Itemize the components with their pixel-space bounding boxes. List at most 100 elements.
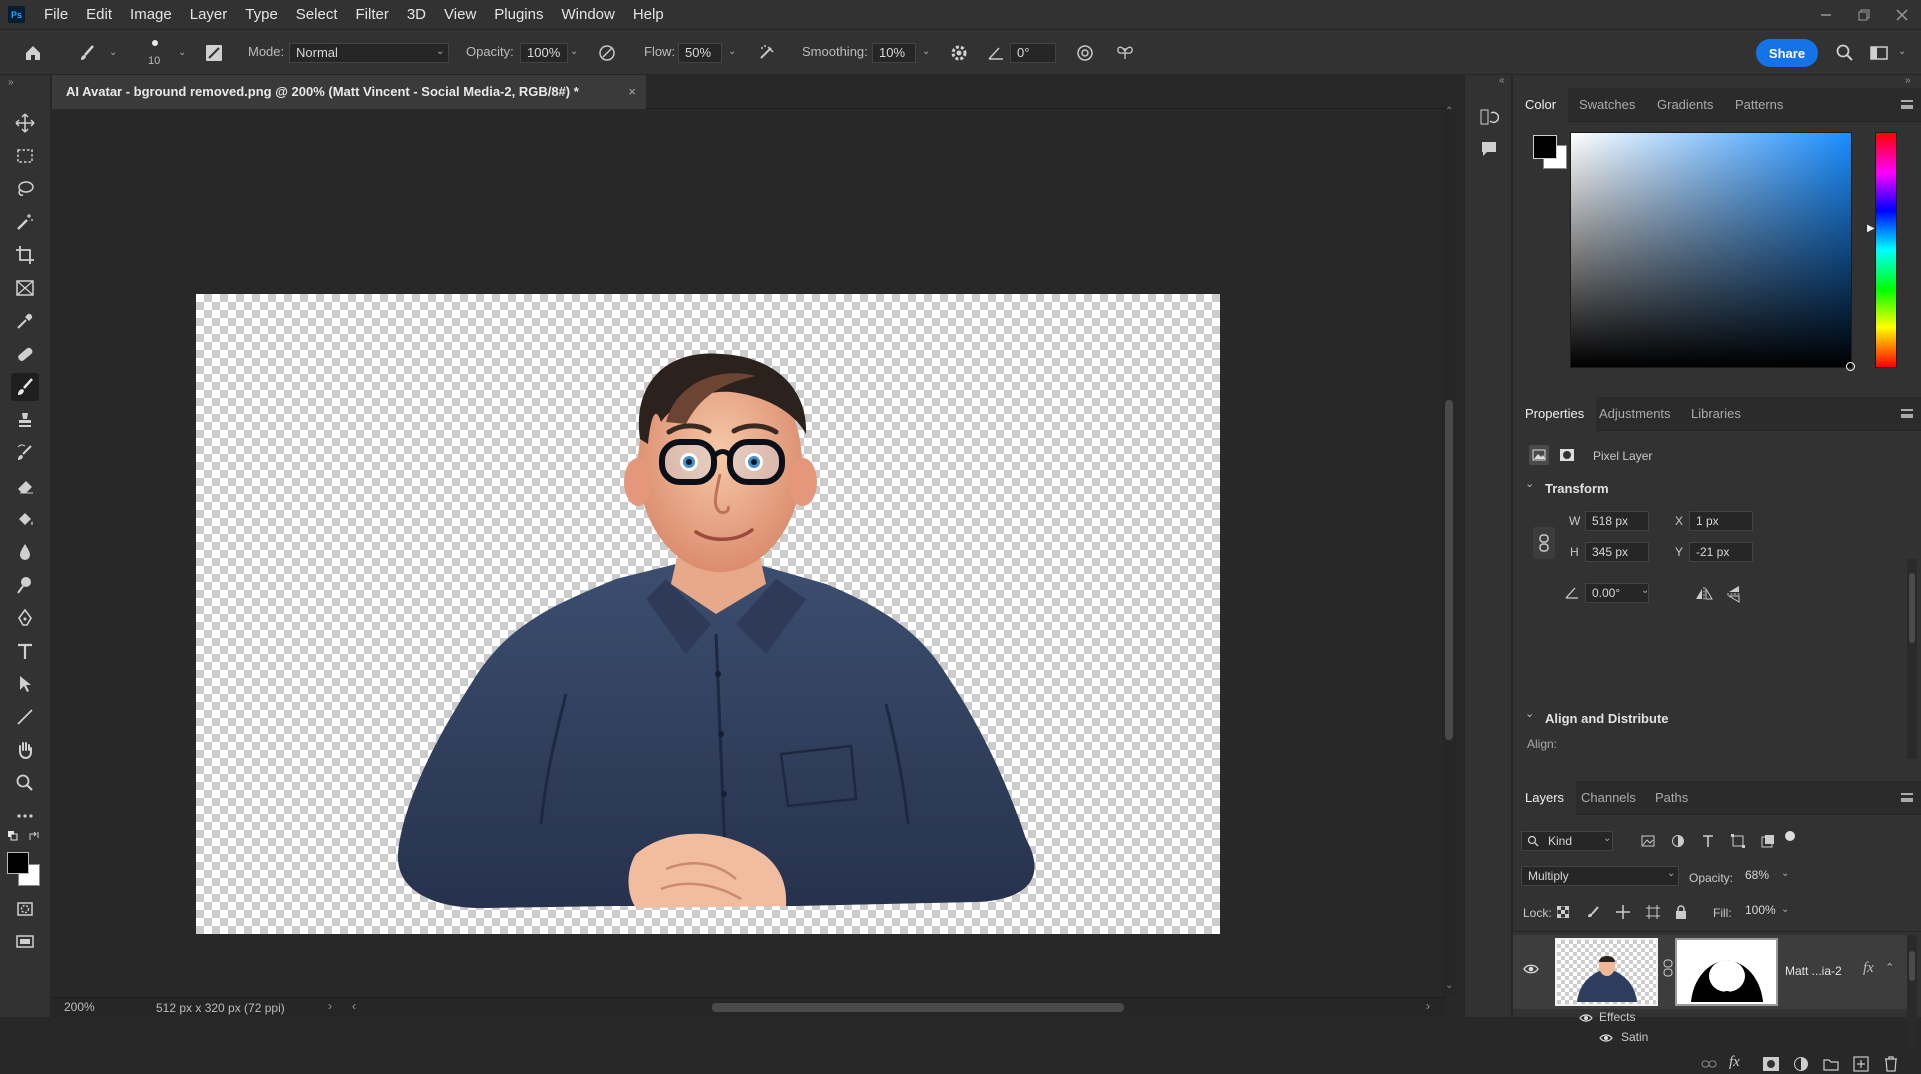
tab-gradients[interactable]: Gradients xyxy=(1645,88,1725,122)
menu-file[interactable]: File xyxy=(35,0,77,29)
menu-image[interactable]: Image xyxy=(121,0,181,29)
brush-tool-preset-icon[interactable] xyxy=(76,42,98,64)
lock-all-icon[interactable] xyxy=(1673,904,1689,920)
flow-input[interactable]: 50% xyxy=(678,43,722,63)
layers-scroll-thumb[interactable] xyxy=(1909,951,1915,981)
chevron-down-icon[interactable]: ⌄ xyxy=(922,46,930,57)
filter-type-icon[interactable] xyxy=(1699,832,1717,850)
eye-icon[interactable] xyxy=(1599,1033,1613,1043)
menu-help[interactable]: Help xyxy=(624,0,673,29)
tab-patterns[interactable]: Patterns xyxy=(1723,88,1795,122)
search-icon[interactable] xyxy=(1834,42,1856,64)
add-layer-style-icon[interactable]: fx xyxy=(1729,1054,1740,1071)
default-colors-icon[interactable] xyxy=(8,831,18,841)
angle-input[interactable]: 0.00° xyxy=(1585,583,1649,603)
lock-position-icon[interactable] xyxy=(1615,904,1631,920)
new-adjustment-layer-icon[interactable] xyxy=(1791,1054,1811,1074)
close-window-icon[interactable] xyxy=(1883,0,1921,29)
chevron-down-icon[interactable]: ⌄ xyxy=(1603,833,1611,844)
opacity-input[interactable]: 100% xyxy=(520,43,568,63)
foreground-color-swatch[interactable] xyxy=(7,852,29,874)
link-icon[interactable] xyxy=(1533,527,1555,559)
close-document-icon[interactable]: × xyxy=(628,75,636,109)
eyedropper-tool-icon[interactable] xyxy=(11,307,39,335)
panel-menu-icon[interactable] xyxy=(1901,793,1913,802)
eye-icon[interactable] xyxy=(1523,963,1539,975)
scroll-left-icon[interactable]: ‹ xyxy=(352,999,356,1013)
filter-pixel-icon[interactable] xyxy=(1639,832,1657,850)
blur-tool-icon[interactable] xyxy=(11,538,39,566)
share-button[interactable]: Share xyxy=(1756,39,1818,67)
layer-effects-icon[interactable]: fx xyxy=(1863,960,1874,977)
paint-bucket-tool-icon[interactable] xyxy=(11,505,39,533)
menu-window[interactable]: Window xyxy=(552,0,623,29)
lock-image-pixels-icon[interactable] xyxy=(1585,904,1601,920)
document-canvas[interactable] xyxy=(196,294,1220,934)
lock-transparent-pixels-icon[interactable] xyxy=(1555,904,1571,920)
pen-tool-icon[interactable] xyxy=(11,604,39,632)
hand-tool-icon[interactable] xyxy=(11,736,39,764)
new-layer-icon[interactable] xyxy=(1851,1054,1871,1074)
vertical-scroll-thumb[interactable] xyxy=(1445,400,1453,740)
brush-size-dot[interactable] xyxy=(152,40,158,46)
chevron-down-icon[interactable]: ⌄ xyxy=(178,47,186,58)
collapse-toolbar-icon[interactable]: » xyxy=(8,77,14,88)
menu-layer[interactable]: Layer xyxy=(181,0,237,29)
chevron-down-icon[interactable]: ⌄ xyxy=(1781,868,1789,879)
filter-toggle[interactable] xyxy=(1785,831,1795,841)
width-input[interactable]: 518 px xyxy=(1585,511,1649,531)
chevron-down-icon[interactable]: ⌄ xyxy=(1641,585,1649,596)
collapse-dock-icon[interactable]: » xyxy=(1905,75,1911,86)
properties-scroll-thumb[interactable] xyxy=(1909,573,1915,643)
tab-swatches[interactable]: Swatches xyxy=(1567,88,1647,122)
airbrush-icon[interactable] xyxy=(756,42,778,64)
menu-select[interactable]: Select xyxy=(287,0,347,29)
layers-scrollbar[interactable] xyxy=(1907,935,1917,1049)
layer-name[interactable]: Matt ...ia-2 xyxy=(1785,964,1842,978)
type-tool-icon[interactable] xyxy=(11,637,39,665)
chevron-down-icon[interactable]: ⌄ xyxy=(1898,46,1906,57)
height-input[interactable]: 345 px xyxy=(1585,542,1649,562)
mode-select[interactable]: Normal xyxy=(289,43,449,63)
blend-mode-select[interactable]: Multiply xyxy=(1521,866,1679,886)
filter-shape-icon[interactable] xyxy=(1729,832,1747,850)
menu-type[interactable]: Type xyxy=(236,0,287,29)
chevron-up-icon[interactable]: ⌃ xyxy=(1885,961,1894,974)
flip-horizontal-icon[interactable] xyxy=(1693,583,1715,605)
y-input[interactable]: -21 px xyxy=(1689,542,1753,562)
layer-row[interactable]: Matt ...ia-2 fx ⌃ xyxy=(1513,935,1913,1009)
pressure-opacity-icon[interactable] xyxy=(596,42,618,64)
brush-tool-icon[interactable] xyxy=(11,373,39,401)
restore-icon[interactable] xyxy=(1845,0,1883,29)
pressure-size-icon[interactable] xyxy=(1074,42,1096,64)
link-layers-icon[interactable] xyxy=(1699,1054,1719,1074)
quick-mask-icon[interactable] xyxy=(11,895,39,923)
magic-wand-tool-icon[interactable] xyxy=(11,208,39,236)
brush-angle-input[interactable]: 0° xyxy=(1010,43,1056,63)
hue-slider-handle[interactable]: ▶ xyxy=(1867,223,1875,234)
layer-mask-thumbnail[interactable] xyxy=(1675,938,1778,1006)
panel-menu-icon[interactable] xyxy=(1901,409,1913,418)
gear-icon[interactable] xyxy=(948,42,970,64)
pixel-layer-icon[interactable] xyxy=(1529,445,1549,465)
healing-brush-tool-icon[interactable] xyxy=(11,340,39,368)
tab-libraries[interactable]: Libraries xyxy=(1679,397,1753,431)
panel-menu-icon[interactable] xyxy=(1901,100,1913,109)
comments-panel-icon[interactable] xyxy=(1477,137,1501,161)
chevron-down-icon[interactable]: ⌄ xyxy=(728,46,736,57)
chevron-down-icon[interactable]: ⌄ xyxy=(109,47,117,58)
chevron-down-icon[interactable]: ⌄ xyxy=(1781,904,1789,915)
x-input[interactable]: 1 px xyxy=(1689,511,1753,531)
move-tool-icon[interactable] xyxy=(11,109,39,137)
menu-filter[interactable]: Filter xyxy=(347,0,398,29)
hue-slider[interactable] xyxy=(1875,132,1897,368)
minimize-icon[interactable] xyxy=(1807,0,1845,29)
color-picker-handle[interactable] xyxy=(1846,362,1855,371)
filter-adjustment-icon[interactable] xyxy=(1669,832,1687,850)
lock-artboard-icon[interactable] xyxy=(1645,904,1661,920)
properties-scrollbar[interactable] xyxy=(1907,559,1917,759)
flip-vertical-icon[interactable] xyxy=(1723,583,1745,605)
tab-paths[interactable]: Paths xyxy=(1643,781,1700,815)
color-panel-foreground-swatch[interactable] xyxy=(1533,135,1557,159)
more-tools-icon[interactable] xyxy=(11,802,39,830)
